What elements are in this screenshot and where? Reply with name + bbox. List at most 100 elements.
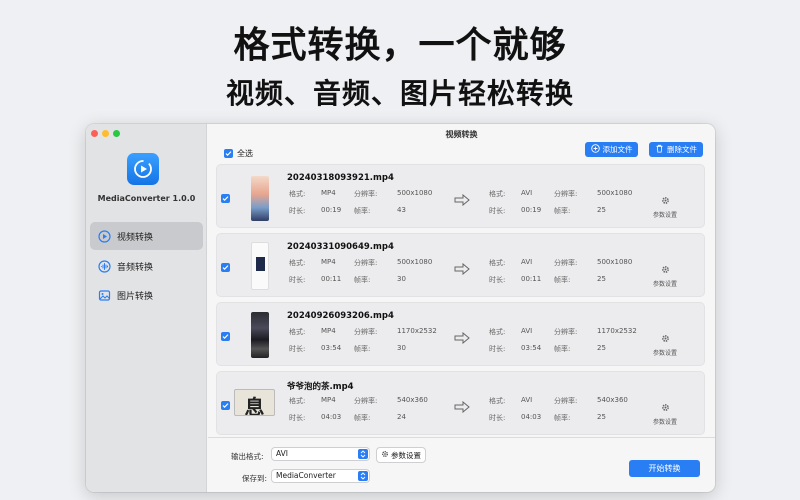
dst-format-value: AVI — [521, 258, 533, 266]
window-controls — [91, 130, 120, 137]
row-checkbox[interactable] — [221, 194, 230, 203]
plus-circle-icon — [590, 144, 600, 155]
file-row[interactable]: 20240926093206.mp4 格式: MP4 分辨率: 1170x253… — [216, 302, 705, 366]
app-name: MediaConverter 1.0.0 — [97, 194, 196, 203]
file-name: 爷爷泡的茶.mp4 — [287, 382, 354, 392]
src-format-value: MP4 — [321, 258, 336, 266]
format-label: 格式: — [489, 190, 506, 198]
row-checkbox[interactable] — [221, 263, 230, 272]
src-duration-value: 04:03 — [321, 413, 342, 421]
duration-label: 时长: — [489, 207, 506, 215]
settings-label: 参数设置 — [652, 419, 677, 426]
video-thumbnail — [251, 242, 269, 290]
framerate-label: 帧率: — [554, 345, 571, 353]
dst-duration-value: 04:03 — [521, 413, 542, 421]
src-resolution-value: 1170x2532 — [397, 327, 437, 335]
add-file-button[interactable]: 添加文件 — [585, 142, 638, 157]
zoom-window-button[interactable] — [113, 130, 120, 137]
gear-icon — [661, 328, 670, 347]
framerate-label: 帧率: — [354, 414, 371, 422]
sidebar-item-label: 视频转换 — [117, 232, 154, 243]
resolution-label: 分辨率: — [354, 397, 378, 405]
resolution-label: 分辨率: — [354, 190, 378, 198]
row-settings-button[interactable]: 参数设置 — [650, 259, 680, 288]
dst-duration-value: 00:11 — [521, 275, 542, 283]
row-settings-button[interactable]: 参数设置 — [650, 328, 680, 357]
src-resolution-value: 500x1080 — [397, 258, 433, 266]
src-framerate-value: 30 — [397, 275, 406, 283]
format-label: 格式: — [289, 397, 306, 405]
resolution-label: 分辨率: — [354, 259, 378, 267]
save-to-label: 保存到: — [242, 474, 268, 483]
format-label: 格式: — [289, 328, 306, 336]
close-window-button[interactable] — [91, 130, 98, 137]
src-resolution-value: 500x1080 — [397, 189, 433, 197]
resolution-label: 分辨率: — [554, 259, 578, 267]
file-row[interactable]: 息 爷爷泡的茶.mp4 格式: MP4 分辨率: 540x360 时长: 04:… — [216, 371, 705, 435]
sidebar-item-audio[interactable]: 音频转换 — [90, 252, 203, 280]
chevron-updown-icon — [358, 449, 368, 459]
src-resolution-value: 540x360 — [397, 396, 428, 404]
file-name: 20240926093206.mp4 — [287, 311, 394, 321]
video-thumbnail — [251, 312, 269, 358]
resolution-label: 分辨率: — [554, 397, 578, 405]
src-framerate-value: 24 — [397, 413, 406, 421]
arrow-right-icon — [454, 191, 470, 210]
trash-icon — [655, 144, 664, 155]
video-thumbnail: 息 — [234, 389, 275, 416]
framerate-label: 帧率: — [554, 276, 571, 284]
app-window: MediaConverter 1.0.0 视频转换 音频转换 图片转换 视频转换… — [86, 124, 715, 492]
src-format-value: MP4 — [321, 327, 336, 335]
chevron-updown-icon — [358, 471, 368, 481]
framerate-label: 帧率: — [554, 414, 571, 422]
file-row[interactable]: 20240331090649.mp4 格式: MP4 分辨率: 500x1080… — [216, 233, 705, 297]
duration-label: 时长: — [289, 207, 306, 215]
duration-label: 时长: — [289, 414, 306, 422]
output-format-select[interactable]: AVI — [272, 448, 369, 460]
window-title: 视频转换 — [445, 130, 478, 139]
row-checkbox[interactable] — [221, 332, 230, 341]
dst-resolution-value: 1170x2532 — [597, 327, 637, 335]
delete-file-button[interactable]: 删除文件 — [649, 142, 703, 157]
duration-label: 时长: — [489, 345, 506, 353]
row-checkbox[interactable] — [221, 401, 230, 410]
save-to-value: MediaConverter — [276, 471, 336, 480]
src-framerate-value: 30 — [397, 344, 406, 352]
params-settings-button[interactable]: 参数设置 — [377, 448, 425, 462]
output-format-label: 输出格式: — [231, 452, 264, 461]
format-label: 格式: — [289, 190, 306, 198]
dst-framerate-value: 25 — [597, 413, 606, 421]
arrow-right-icon — [454, 329, 470, 348]
footer-bar: 输出格式: AVI 参数设置 保存到: MediaConverter 开始转换 — [208, 437, 715, 492]
play-circle-icon — [98, 229, 111, 243]
minimize-window-button[interactable] — [102, 130, 109, 137]
gear-icon — [661, 259, 670, 278]
file-name: 20240331090649.mp4 — [287, 242, 394, 252]
format-label: 格式: — [489, 397, 506, 405]
save-to-select[interactable]: MediaConverter — [272, 470, 369, 482]
gear-icon — [661, 397, 670, 416]
format-label: 格式: — [289, 259, 306, 267]
delete-file-label: 删除文件 — [667, 145, 697, 154]
sidebar-item-label: 图片转换 — [117, 291, 154, 302]
dst-resolution-value: 500x1080 — [597, 189, 633, 197]
gear-icon — [381, 450, 389, 460]
select-all-checkbox[interactable]: 全选 — [224, 148, 253, 159]
src-format-value: MP4 — [321, 189, 336, 197]
row-settings-button[interactable]: 参数设置 — [650, 190, 680, 219]
sidebar-item-image[interactable]: 图片转换 — [90, 281, 203, 309]
row-settings-button[interactable]: 参数设置 — [650, 397, 680, 426]
dst-format-value: AVI — [521, 396, 533, 404]
select-all-label: 全选 — [237, 149, 253, 158]
image-icon — [98, 289, 111, 302]
file-row[interactable]: 20240318093921.mp4 格式: MP4 分辨率: 500x1080… — [216, 164, 705, 228]
duration-label: 时长: — [489, 414, 506, 422]
sidebar-item-video[interactable]: 视频转换 — [90, 222, 203, 250]
src-duration-value: 03:54 — [321, 344, 342, 352]
add-file-label: 添加文件 — [602, 145, 633, 154]
start-convert-button[interactable]: 开始转换 — [629, 460, 700, 477]
settings-label: 参数设置 — [652, 212, 677, 219]
src-duration-value: 00:19 — [321, 206, 342, 214]
headline-title: 格式转换，一个就够 — [233, 25, 567, 66]
dst-resolution-value: 500x1080 — [597, 258, 633, 266]
